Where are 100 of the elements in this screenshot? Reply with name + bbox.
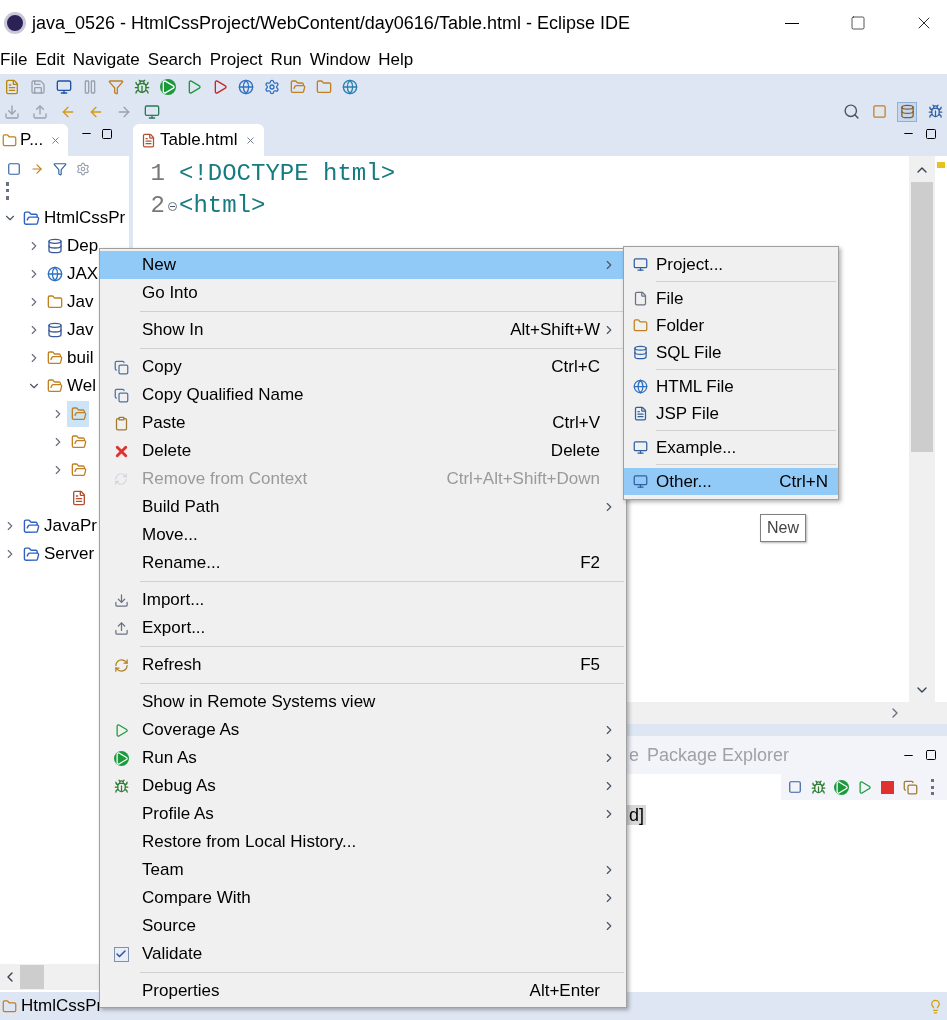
project-folder-icon	[23, 209, 40, 227]
editor-tab[interactable]: Table.html	[133, 124, 265, 156]
folder-icon	[71, 462, 87, 478]
console-text: d]	[627, 805, 646, 825]
menu-item[interactable]: HTML File	[624, 373, 838, 400]
window-title: java_0526 - HtmlCssProject/WebContent/day0616/Table.html - Eclipse IDE	[32, 11, 630, 36]
code-line: <html>	[179, 191, 266, 221]
checkbox[interactable]	[113, 946, 129, 962]
menu-bar-item[interactable]: Window	[305, 47, 375, 73]
globe-icon	[632, 379, 648, 394]
tree-item[interactable]: JavaPr	[19, 513, 99, 539]
scrollbar-thumb[interactable]	[911, 182, 933, 452]
status-text: HtmlCssPr	[21, 995, 103, 1018]
file-icon	[632, 406, 648, 421]
marker-icon	[937, 162, 945, 168]
menu-item[interactable]: Profile As	[100, 800, 626, 828]
menu-item[interactable]: Compare With	[100, 884, 626, 912]
folder-icon	[2, 132, 17, 148]
menu-bar-item[interactable]: Search	[143, 47, 206, 73]
menu-item[interactable]: Debug As	[100, 772, 626, 800]
library-icon	[47, 322, 63, 338]
eclipse-logo-icon	[4, 12, 26, 34]
menu-item[interactable]: Rename... F2	[100, 549, 626, 577]
export-icon	[113, 620, 129, 636]
menu-bar-item[interactable]: Edit	[31, 47, 69, 73]
maximize-icon[interactable]	[925, 749, 937, 761]
menu-item[interactable]: Go Into	[100, 279, 626, 307]
menu-item[interactable]: JSP File	[624, 400, 838, 427]
menu-item[interactable]: File	[624, 285, 838, 312]
menu-item[interactable]: Team	[100, 856, 626, 884]
menu-item[interactable]: Folder	[624, 312, 838, 339]
code-line: <!DOCTYPE html>	[179, 159, 396, 189]
menu-item[interactable]: Copy Ctrl+C	[100, 353, 626, 381]
tree-item[interactable]: HtmlCssPr	[19, 205, 128, 231]
menu-bar-item[interactable]: File	[0, 47, 32, 73]
menu-item[interactable]: SQL File	[624, 339, 838, 366]
menu-item[interactable]: Copy Qualified Name	[100, 381, 626, 409]
tooltip: New	[760, 514, 806, 542]
scrollbar-thumb[interactable]	[20, 965, 44, 989]
maximize-icon	[850, 15, 866, 31]
menu-item[interactable]: Paste Ctrl+V	[100, 409, 626, 437]
window-icon	[632, 474, 648, 489]
folder-icon	[71, 406, 87, 422]
menu-item[interactable]: Export...	[100, 614, 626, 642]
menu-item[interactable]: Properties Alt+Enter	[100, 977, 626, 1005]
menu-item[interactable]: Restore from Local History...	[100, 828, 626, 856]
tree-item[interactable]	[67, 401, 89, 427]
database-icon	[632, 345, 648, 360]
copy-icon	[113, 359, 129, 375]
folder-icon	[2, 998, 17, 1014]
menu-bar-item[interactable]: Project	[205, 47, 267, 73]
folder-icon	[71, 434, 87, 450]
menu-item[interactable]: Other... Ctrl+N	[624, 468, 838, 495]
menu-item[interactable]: Refresh F5	[100, 651, 626, 679]
menu-item[interactable]: Move...	[100, 521, 626, 549]
tree-item[interactable]: Dep	[43, 233, 101, 259]
window-icon	[632, 440, 648, 455]
tree-item[interactable]: buil	[43, 345, 96, 371]
menu-item[interactable]: Run As	[100, 744, 626, 772]
file-icon	[632, 291, 648, 306]
refresh-icon	[113, 657, 129, 673]
menu-bar-item[interactable]: Help	[374, 47, 418, 73]
menu-item[interactable]: Coverage As	[100, 716, 626, 744]
library-icon	[47, 238, 63, 254]
close-icon[interactable]	[50, 134, 62, 146]
import-icon	[113, 592, 129, 608]
bug-icon	[113, 778, 129, 794]
menu-item[interactable]: Show in Remote Systems view	[100, 688, 626, 716]
folder-icon	[47, 350, 63, 366]
menu-item[interactable]: Validate	[100, 940, 626, 968]
menu-bar-item[interactable]: Run	[266, 47, 306, 73]
menu-item[interactable]: Build Path	[100, 493, 626, 521]
tree-item[interactable]: Wel	[43, 373, 98, 399]
folder-icon	[47, 378, 63, 394]
menu-item[interactable]: Source	[100, 912, 626, 940]
minimize-icon	[785, 22, 799, 24]
maximize-icon[interactable]	[101, 128, 113, 140]
menu-item[interactable]: New	[100, 251, 626, 279]
tree-item[interactable]: Jav	[43, 317, 96, 343]
menu-bar-item[interactable]: Navigate	[68, 47, 144, 73]
more-icon[interactable]	[6, 182, 12, 200]
maximize-icon[interactable]	[925, 128, 937, 140]
menu-item[interactable]: Project...	[624, 251, 838, 278]
globe-icon	[47, 266, 63, 282]
project-folder-icon	[23, 545, 40, 563]
menu-item[interactable]: Example...	[624, 434, 838, 461]
folder-icon	[632, 318, 648, 333]
close-icon[interactable]	[245, 134, 257, 146]
project-folder-icon	[23, 517, 40, 535]
tree-item[interactable]: Jav	[43, 289, 96, 315]
clipboard-icon	[113, 415, 129, 431]
folder-icon	[47, 294, 63, 310]
tree-item[interactable]: Server	[19, 541, 97, 567]
run-icon	[113, 750, 129, 766]
menu-item[interactable]: Import...	[100, 586, 626, 614]
line-number: 1	[149, 159, 165, 189]
menu-item[interactable]: Show In Alt+Shift+W	[100, 316, 626, 344]
explorer-tab[interactable]: P...	[0, 124, 68, 156]
menu-item[interactable]: Delete Delete	[100, 437, 626, 465]
tree-item[interactable]: JAX	[43, 261, 101, 287]
